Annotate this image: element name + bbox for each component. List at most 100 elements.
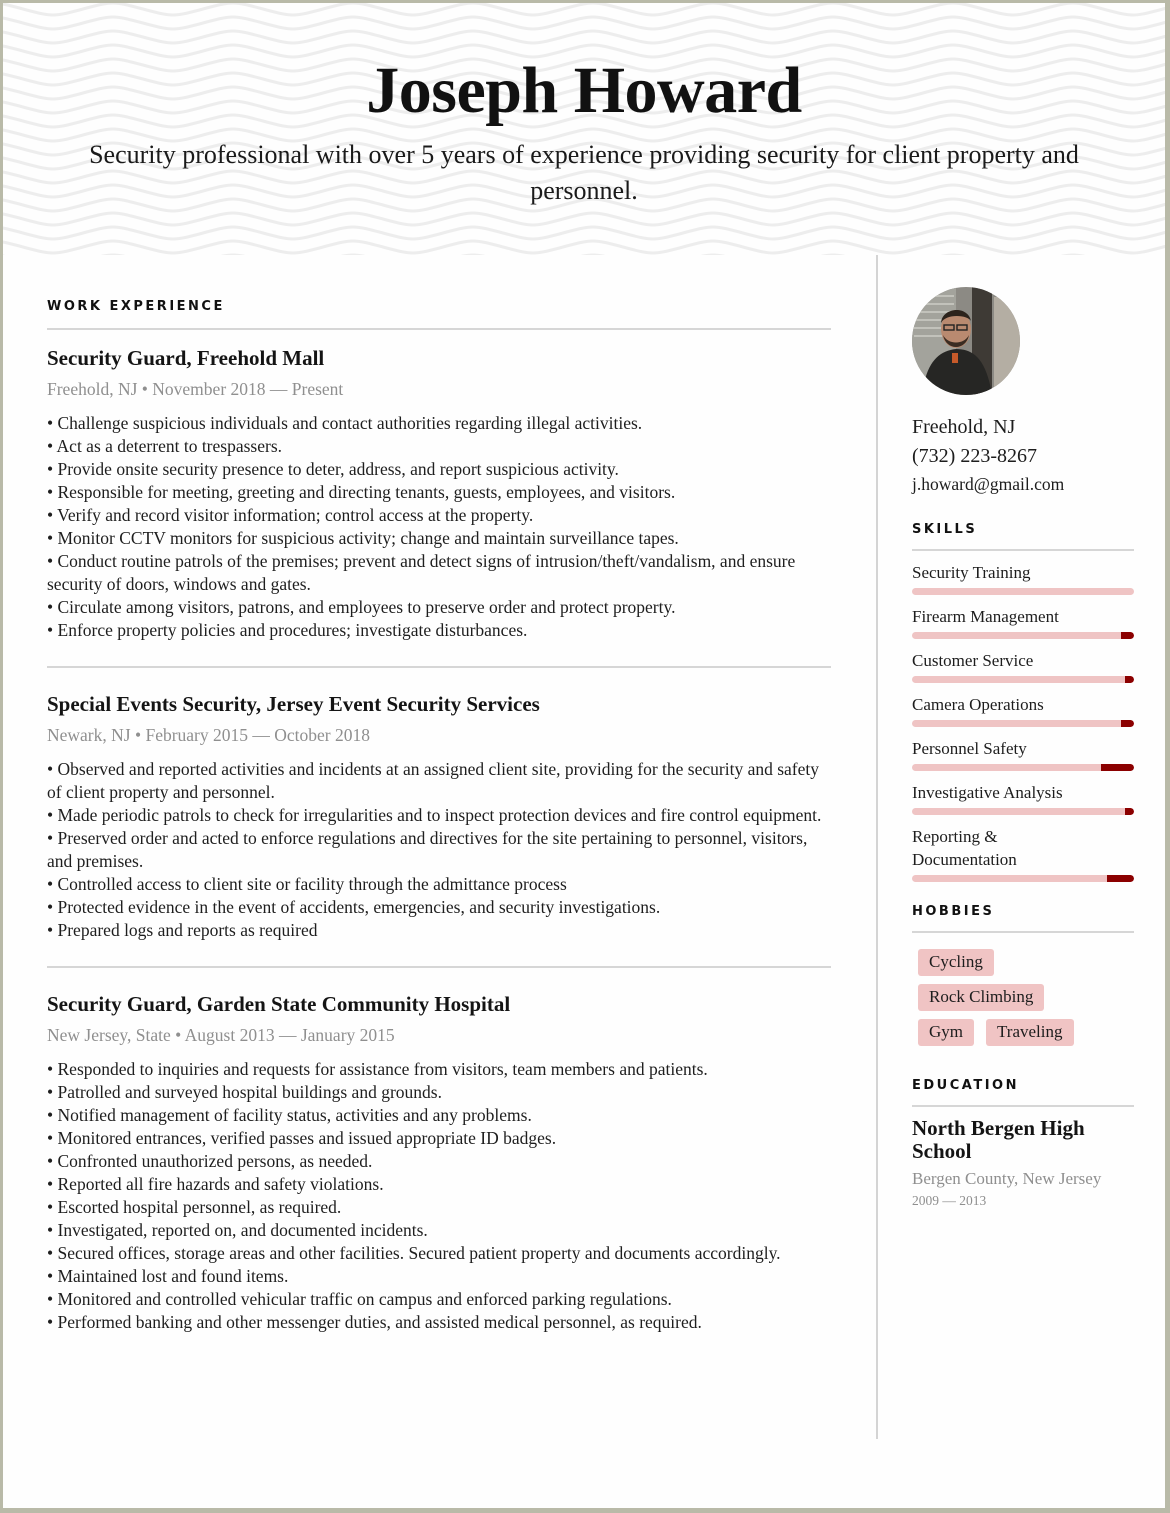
skill-level-marker <box>1125 676 1134 683</box>
job-location-dates: New Jersey, State • August 2013 — Januar… <box>47 1025 395 1045</box>
job-bullet-list: • Responded to inquiries and requests fo… <box>47 1058 831 1334</box>
skill-level-marker <box>1100 764 1134 771</box>
job-bullet: • Challenge suspicious individuals and c… <box>47 413 643 433</box>
wave-line <box>3 15 1165 31</box>
job-bullet: • Preserved order and acted to enforce r… <box>47 828 808 871</box>
job-bullet: • Observed and reported activities and i… <box>47 759 819 802</box>
hobby-row: Cycling <box>918 949 1134 976</box>
job-bullet: • Monitored entrances, verified passes a… <box>47 1128 557 1148</box>
skill-level-bar <box>912 676 1134 683</box>
skill-label: Customer Service <box>912 651 1034 670</box>
contact-phone[interactable]: (732) 223-8267 <box>912 442 1134 471</box>
skill-level-marker <box>1120 720 1134 727</box>
job-bullet: • Confronted unauthorized persons, as ne… <box>47 1151 373 1171</box>
education-years: 2009 — 2013 <box>912 1193 987 1208</box>
job-bullet: • Performed banking and other messenger … <box>47 1312 702 1332</box>
sidebar: Freehold, NJ (732) 223-8267 j.howard@gma… <box>912 287 1134 1209</box>
candidate-name: Joseph Howard <box>366 54 802 127</box>
job-bullet: • Responded to inquiries and requests fo… <box>47 1059 708 1079</box>
job-bullet: • Provide onsite security presence to de… <box>47 459 619 479</box>
skill-label: Personnel Safety <box>912 739 1027 758</box>
section-divider <box>912 549 1134 551</box>
wave-pattern <box>3 3 1165 255</box>
job-bullet: • Monitored and controlled vehicular tra… <box>47 1289 672 1309</box>
contact-location: Freehold, NJ <box>912 416 1016 438</box>
section-title-hobbies: HOBBIES <box>912 904 995 919</box>
job-location-dates: Newark, NJ • February 2015 — October 201… <box>47 725 370 745</box>
skill-item: Camera Operations <box>912 693 1134 727</box>
job-bullet: • Controlled access to client site or fa… <box>47 874 567 894</box>
skill-label: Reporting & Documentation <box>912 827 1017 869</box>
skill-level-bar <box>912 808 1134 815</box>
job-bullet: • Secured offices, storage areas and oth… <box>47 1243 781 1263</box>
hobby-row: Gym Traveling <box>918 1019 1134 1046</box>
job-location-dates: Freehold, NJ • November 2018 — Present <box>47 379 344 399</box>
skill-level-bar <box>912 632 1134 639</box>
job-bullet: • Conduct routine patrols of the premise… <box>47 551 796 594</box>
job-bullet-list: • Challenge suspicious individuals and c… <box>47 412 831 642</box>
skill-item: Personnel Safety <box>912 737 1134 771</box>
job-bullet: • Monitor CCTV monitors for suspicious a… <box>47 528 679 548</box>
job-bullet: • Act as a deterrent to trespassers. <box>47 436 283 456</box>
resume-header: Joseph Howard Security professional with… <box>3 3 1165 255</box>
wave-line <box>3 29 1165 45</box>
job-bullet: • Notified management of facility status… <box>47 1105 532 1125</box>
job-list: Security Guard, Freehold Mall Freehold, N… <box>47 330 831 1334</box>
job-bullet-list: • Observed and reported activities and i… <box>47 758 831 942</box>
wave-line <box>3 211 1165 227</box>
job-title: Special Events Security, Jersey Event Se… <box>47 692 540 716</box>
skill-item: Firearm Management <box>912 605 1134 639</box>
skill-level-bar <box>912 588 1134 595</box>
wave-line <box>3 239 1165 255</box>
job-entry: Special Events Security, Jersey Event Se… <box>47 668 831 942</box>
contact-email[interactable]: j.howard@gmail.com <box>912 471 1134 498</box>
skill-level-marker <box>1107 875 1134 882</box>
skill-list: Security Training Firearm Management Custo… <box>912 561 1134 882</box>
education-school: North Bergen High School <box>912 1116 1085 1163</box>
job-bullet: • Prepared logs and reports as required <box>47 920 318 940</box>
skill-level-marker <box>1120 632 1134 639</box>
person-photo-icon <box>912 287 1020 395</box>
resume-page: Joseph Howard Security professional with… <box>3 3 1165 1508</box>
skill-item: Investigative Analysis <box>912 781 1134 815</box>
wave-line <box>3 225 1165 241</box>
hobby-chip: Cycling <box>918 949 994 976</box>
job-bullet: • Maintained lost and found items. <box>47 1266 289 1286</box>
skill-level-marker <box>1125 808 1134 815</box>
hobby-chip: Rock Climbing <box>918 984 1045 1011</box>
job-bullet: • Made periodic patrols to check for irr… <box>47 805 822 825</box>
hobby-chip: Gym <box>918 1019 974 1046</box>
section-title-work-experience: WORK EXPERIENCE <box>47 299 225 314</box>
job-bullet: • Escorted hospital personnel, as requir… <box>47 1197 342 1217</box>
job-bullet: • Investigated, reported on, and documen… <box>47 1220 428 1240</box>
job-bullet: • Protected evidence in the event of acc… <box>47 897 661 917</box>
skill-item: Security Training <box>912 561 1134 595</box>
professional-summary: Security professional with over 5 years … <box>89 140 1079 205</box>
job-bullet: • Responsible for meeting, greeting and … <box>47 482 676 502</box>
job-entry: Security Guard, Garden State Community H… <box>47 968 831 1334</box>
skill-item: Customer Service <box>912 649 1134 683</box>
avatar <box>912 287 1020 395</box>
job-bullet: • Patrolled and surveyed hospital buildi… <box>47 1082 442 1102</box>
skill-label: Camera Operations <box>912 695 1044 714</box>
skill-label: Investigative Analysis <box>912 783 1063 802</box>
job-title: Security Guard, Garden State Community H… <box>47 992 511 1016</box>
job-bullet: • Reported all fire hazards and safety v… <box>47 1174 384 1194</box>
education-location: Bergen County, New Jersey <box>912 1169 1102 1188</box>
job-bullet: • Verify and record visitor information;… <box>47 505 534 525</box>
column-divider <box>876 255 878 1439</box>
job-bullet: • Circulate among visitors, patrons, and… <box>47 597 676 617</box>
section-title-skills: SKILLS <box>912 522 978 537</box>
skill-item: Reporting & Documentation <box>912 825 1134 882</box>
section-divider <box>912 1105 1134 1107</box>
hobby-list: Cycling Rock Climbing Gym Traveling <box>912 933 1134 1046</box>
skill-level-bar <box>912 720 1134 727</box>
job-title: Security Guard, Freehold Mall <box>47 346 325 370</box>
skill-label: Firearm Management <box>912 607 1059 626</box>
hobby-row: Rock Climbing <box>918 984 1134 1011</box>
skill-level-bar <box>912 764 1134 771</box>
hobby-chip: Traveling <box>986 1019 1074 1046</box>
wave-line <box>3 3 1165 17</box>
job-entry: Security Guard, Freehold Mall Freehold, N… <box>47 330 831 642</box>
work-experience-section: WORK EXPERIENCE Security Guard, Freehold… <box>47 299 831 1334</box>
